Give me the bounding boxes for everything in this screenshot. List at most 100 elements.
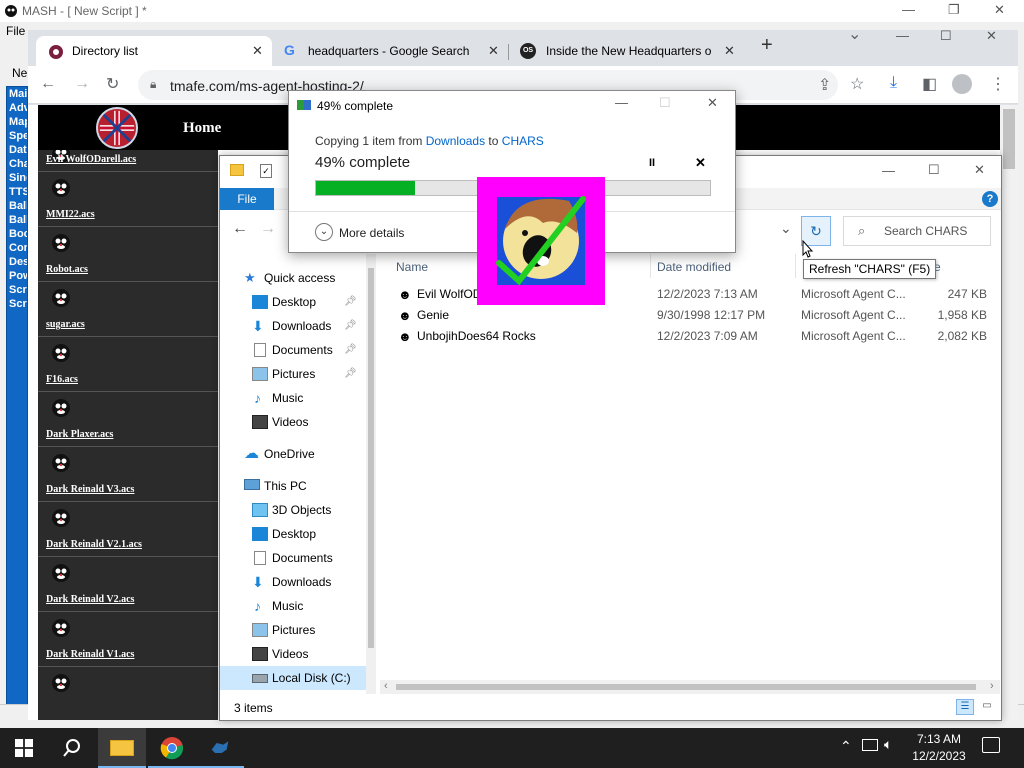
taskbar-clock[interactable]: 7:13 AM 12/2/2023 (900, 731, 978, 765)
side-panel-icon[interactable]: ◧ (922, 74, 937, 94)
scroll-left-icon[interactable]: ‹ (384, 680, 388, 692)
address-dropdown-chevron-icon[interactable]: ⌄ (780, 220, 792, 237)
taskbar-chrome[interactable] (148, 728, 196, 768)
agent-link[interactable]: Dark Reinald V2.1.acs (46, 539, 142, 550)
mash-minimize-button[interactable]: — (902, 2, 915, 17)
column-header-name[interactable]: Name (396, 260, 428, 274)
download-icon[interactable]: ⤓ (890, 74, 897, 92)
profile-avatar-icon[interactable] (952, 74, 972, 94)
properties-icon[interactable]: ✓ (260, 164, 272, 178)
menu-kebab-icon[interactable]: ⋮ (990, 74, 1006, 94)
page-scrollbar-thumb[interactable] (1003, 109, 1015, 169)
nav-item-3d-objects[interactable]: 3D Objects (220, 498, 366, 522)
back-arrow-icon[interactable]: ← (232, 220, 248, 238)
nav-item-quick-access[interactable]: ★ Quick access (220, 266, 366, 290)
help-icon[interactable]: ? (982, 191, 998, 207)
show-hidden-icons-chevron-icon[interactable]: ⌃ (840, 738, 852, 755)
network-icon[interactable] (862, 739, 878, 751)
agent-link[interactable]: Dark Reinald V2.acs (46, 594, 134, 605)
browser-maximize-button[interactable]: ☐ (940, 28, 952, 44)
agent-item[interactable]: Evil WolfODarell.acs (38, 150, 218, 172)
agent-item[interactable]: Dark Reinald V2.acs (38, 557, 218, 612)
mash-command-item[interactable]: TTS (7, 185, 27, 199)
agent-link[interactable]: MMI22.acs (46, 209, 95, 220)
mash-command-item[interactable]: Des (7, 255, 27, 269)
agent-item[interactable]: Dark Reinald V3.acs (38, 447, 218, 502)
copy-source-link[interactable]: Downloads (426, 134, 485, 148)
mash-close-button[interactable]: ✕ (994, 2, 1005, 18)
details-view-icon[interactable]: ☰ (956, 699, 974, 715)
file-row[interactable]: ☻ Evil WolfOD 12/2/2023 7:13 AM Microsof… (380, 284, 1000, 305)
navigation-scrollbar[interactable] (366, 254, 376, 694)
agent-link[interactable]: Dark Plaxer.acs (46, 429, 113, 440)
explorer-close-button[interactable]: ✕ (974, 162, 985, 178)
search-input[interactable]: ⌕ Search CHARS (843, 216, 991, 246)
agent-item[interactable]: Dark Reinald V2.1.acs (38, 502, 218, 557)
mash-command-item[interactable]: Boo (7, 227, 27, 241)
column-header-date[interactable]: Date modified (657, 260, 731, 274)
nav-item-documents[interactable]: Documents (220, 546, 366, 570)
share-icon[interactable]: ⇪ (818, 75, 831, 95)
ribbon-file-tab[interactable]: File (220, 188, 274, 210)
mash-command-item[interactable]: Adv (7, 101, 27, 115)
agent-item[interactable]: Dark Reinald V1.acs (38, 612, 218, 667)
nav-item-pictures[interactable]: Pictures (220, 618, 366, 642)
forward-icon[interactable]: → (74, 75, 90, 93)
file-row[interactable]: ☻ UnbojihDoes64 Rocks 12/2/2023 7:09 AM … (380, 326, 1000, 347)
tab-directory-list[interactable]: Directory list ✕ (36, 36, 272, 66)
agent-item[interactable]: MMI22.acs (38, 172, 218, 227)
nav-home-link[interactable]: Home (183, 120, 221, 137)
nav-item-pictures[interactable]: Pictures 📌︎ (220, 362, 366, 386)
search-button[interactable] (48, 728, 96, 768)
mash-menu-file[interactable]: File (6, 24, 25, 38)
nav-item-videos[interactable]: Videos (220, 410, 366, 434)
nav-item-videos[interactable]: Videos (220, 642, 366, 666)
mash-command-item[interactable]: Sing (7, 171, 27, 185)
nav-item-onedrive[interactable]: ☁ OneDrive (220, 442, 366, 466)
site-logo[interactable] (96, 107, 138, 149)
copy-dialog-minimize-button[interactable]: — (615, 95, 628, 110)
agent-item[interactable] (38, 667, 218, 720)
taskbar-file-explorer[interactable] (98, 728, 146, 768)
agent-item[interactable]: Robot.acs (38, 227, 218, 282)
start-button[interactable] (0, 728, 48, 768)
navigation-scrollbar-thumb[interactable] (368, 268, 374, 648)
browser-close-button[interactable]: ✕ (986, 28, 997, 44)
mash-command-item[interactable]: Cor (7, 241, 27, 255)
browser-minimize-button[interactable]: — (896, 28, 909, 43)
tab-close-icon[interactable]: ✕ (488, 43, 499, 59)
explorer-minimize-button[interactable]: — (882, 163, 895, 178)
notifications-icon[interactable] (982, 737, 1000, 753)
nav-item-this-pc[interactable]: This PC (220, 474, 366, 498)
agent-link[interactable]: Evil WolfODarell.acs (46, 154, 136, 165)
tab-search-chevron-icon[interactable]: ⌄ (848, 24, 861, 44)
tab-close-icon[interactable]: ✕ (724, 43, 735, 59)
tab-close-icon[interactable]: ✕ (252, 43, 263, 59)
mash-command-item[interactable]: Ball (7, 213, 27, 227)
agent-link[interactable]: sugar.acs (46, 319, 85, 330)
nav-item-desktop[interactable]: Desktop (220, 522, 366, 546)
cancel-copy-button[interactable]: ✕ (695, 155, 706, 171)
scroll-right-icon[interactable]: › (990, 680, 994, 692)
mash-maximize-button[interactable]: ❐ (948, 2, 960, 18)
copy-destination-link[interactable]: CHARS (502, 134, 544, 148)
nav-item-music[interactable]: ♪ Music (220, 594, 366, 618)
file-list-scrollbar-thumb[interactable] (396, 684, 976, 690)
new-tab-button[interactable]: + (761, 34, 773, 57)
agent-item[interactable]: F16.acs (38, 337, 218, 392)
mash-command-item[interactable]: Cha (7, 157, 27, 171)
copy-dialog-close-button[interactable]: ✕ (707, 95, 718, 111)
taskbar-mash[interactable] (196, 728, 244, 768)
mash-command-item[interactable]: Mai (7, 87, 27, 101)
volume-muted-icon[interactable]: 🔈︎ (884, 736, 892, 753)
agent-link[interactable]: Robot.acs (46, 264, 88, 275)
reload-icon[interactable]: ↻ (106, 74, 119, 94)
nav-item-desktop[interactable]: Desktop 📌︎ (220, 290, 366, 314)
tab-inside-headquarters[interactable]: OS Inside the New Headquarters o ✕ (514, 36, 742, 66)
large-icons-view-icon[interactable]: ▭ (978, 699, 996, 715)
page-scrollbar[interactable] (1000, 105, 1018, 720)
nav-item-documents[interactable]: Documents 📌︎ (220, 338, 366, 362)
more-details-button[interactable]: More details (339, 226, 404, 240)
mash-command-item[interactable]: Pow (7, 269, 27, 283)
tab-google-search[interactable]: G headquarters - Google Search ✕ (276, 36, 506, 66)
